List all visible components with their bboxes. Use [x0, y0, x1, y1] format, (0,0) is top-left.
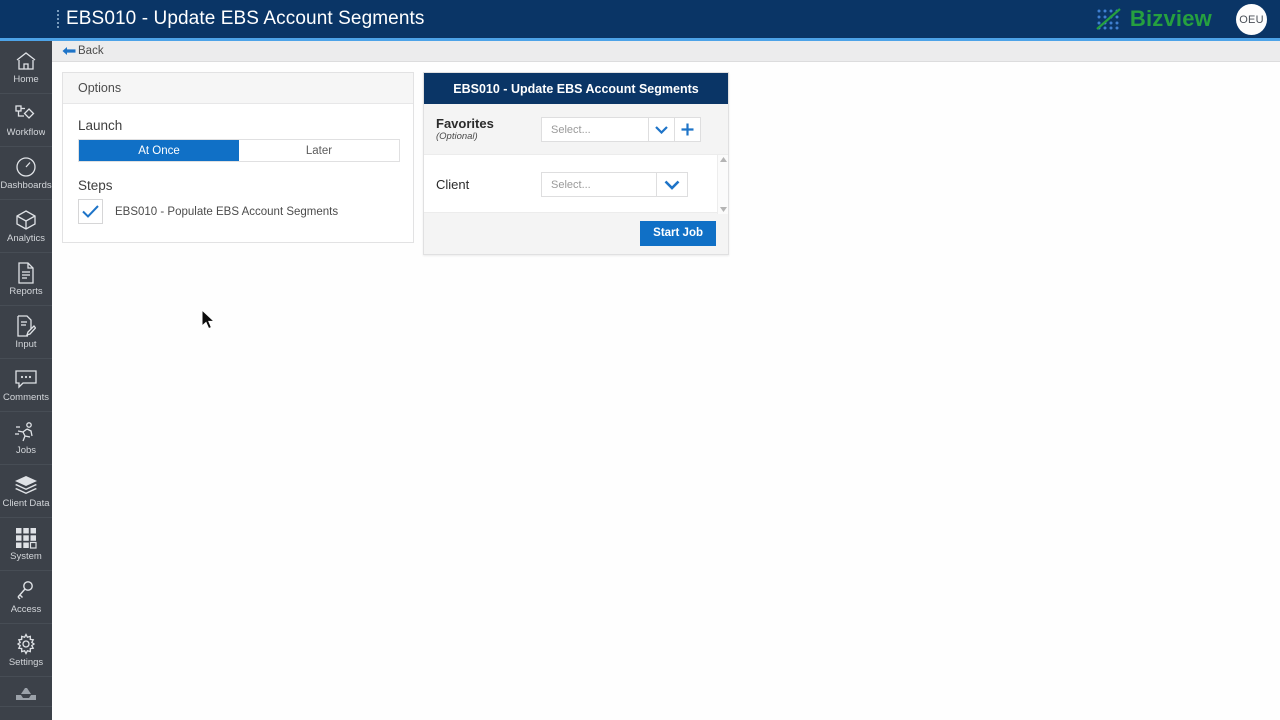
layers-icon — [14, 474, 38, 496]
sidebar-item-label: Dashboards — [0, 179, 52, 191]
main-content-area: Options Launch At Once Later Steps EBS01… — [52, 62, 1280, 720]
sidebar-item-input[interactable]: Input — [0, 306, 52, 359]
client-select-input[interactable]: Select... — [541, 172, 657, 197]
client-label: Client — [436, 177, 470, 192]
sidebar-item-label: Client Data — [2, 497, 50, 509]
sidebar-item-dashboards[interactable]: Dashboards — [0, 147, 52, 200]
grid-icon — [15, 527, 37, 549]
back-button[interactable]: Back — [62, 45, 104, 57]
gauge-icon — [15, 156, 37, 178]
client-row: Client Select... — [424, 155, 728, 214]
sidebar-item-label: Access — [10, 603, 42, 615]
speech-bubble-icon — [14, 368, 38, 390]
scroll-down-arrow-icon[interactable] — [719, 207, 727, 212]
sidebar-item-label: Jobs — [15, 444, 37, 456]
avatar[interactable]: OEU — [1236, 4, 1267, 35]
vertical-scrollbar[interactable] — [717, 155, 728, 214]
favorites-optional-label: (Optional) — [436, 131, 478, 142]
options-panel-header: Options — [63, 73, 413, 104]
launch-label: Launch — [78, 118, 123, 133]
runner-icon — [14, 421, 38, 443]
client-control-group: Select... — [541, 172, 688, 197]
client-placeholder: Select... — [551, 178, 591, 191]
options-panel-title: Options — [78, 81, 122, 95]
favorites-select-input[interactable]: Select... — [541, 117, 649, 142]
gear-icon — [15, 632, 37, 655]
scroll-up-arrow-icon[interactable] — [719, 157, 727, 162]
options-panel: Options Launch At Once Later Steps EBS01… — [62, 72, 414, 243]
job-dialog-title: EBS010 - Update EBS Account Segments — [453, 81, 699, 96]
steps-label: Steps — [78, 178, 113, 193]
application-window: EBS010 - Update EBS Account Segments Biz… — [0, 0, 1280, 720]
sidebar-item-jobs[interactable]: Jobs — [0, 412, 52, 465]
favorites-row: Favorites (Optional) Select... — [424, 104, 728, 154]
launch-toggle-group: At Once Later — [78, 139, 400, 162]
sidebar-item-client-data[interactable]: Client Data — [0, 465, 52, 518]
favorites-label: Favorites — [436, 116, 494, 131]
bizview-dots-logo-icon — [1096, 8, 1121, 30]
home-icon — [15, 50, 37, 72]
back-label: Back — [78, 45, 104, 57]
sidebar-item-settings[interactable]: Settings — [0, 624, 52, 677]
job-dialog-header: EBS010 - Update EBS Account Segments — [424, 73, 728, 104]
chevron-down-icon — [655, 125, 668, 134]
sidebar-item-workflow[interactable]: Workflow — [0, 94, 52, 147]
sidebar-item-inbox[interactable] — [0, 677, 52, 707]
left-sidebar: Home Workflow Dashboards Analytics Repor… — [0, 41, 52, 720]
sidebar-item-label: Workflow — [6, 126, 46, 138]
favorites-add-button[interactable] — [675, 117, 701, 142]
chevron-down-icon — [664, 180, 680, 190]
client-dropdown-button[interactable] — [657, 172, 688, 197]
sidebar-item-label: Reports — [9, 285, 43, 297]
sidebar-item-label: System — [10, 550, 42, 562]
job-dialog-footer: Start Job — [424, 213, 728, 254]
brand-logo: Bizview — [1096, 0, 1212, 38]
sidebar-item-label: Comments — [3, 391, 49, 403]
favorites-control-group: Select... — [541, 117, 701, 142]
favorites-dropdown-button[interactable] — [649, 117, 675, 142]
sidebar-item-system[interactable]: System — [0, 518, 52, 571]
inbox-tray-icon — [14, 683, 38, 704]
workflow-icon — [14, 103, 38, 125]
step-checkbox[interactable] — [78, 199, 103, 224]
favorites-placeholder: Select... — [551, 123, 591, 136]
pencil-document-icon — [16, 314, 36, 337]
vertical-dots-icon[interactable] — [52, 10, 64, 28]
cube-icon — [15, 209, 37, 231]
options-panel-body: Launch At Once Later Steps EBS010 - Popu… — [63, 104, 413, 242]
mouse-pointer-icon — [201, 309, 216, 330]
launch-option-later[interactable]: Later — [239, 140, 399, 161]
step-list-item: EBS010 - Populate EBS Account Segments — [78, 199, 398, 224]
sidebar-item-label: Analytics — [6, 232, 45, 244]
launch-option-at-once[interactable]: At Once — [79, 140, 239, 161]
top-header-bar: EBS010 - Update EBS Account Segments Biz… — [0, 0, 1280, 41]
start-job-button[interactable]: Start Job — [640, 221, 716, 246]
page-title: EBS010 - Update EBS Account Segments — [66, 8, 425, 29]
sidebar-item-analytics[interactable]: Analytics — [0, 200, 52, 253]
job-dialog: EBS010 - Update EBS Account Segments Fav… — [423, 72, 729, 255]
sidebar-item-label: Home — [13, 73, 39, 85]
sidebar-item-access[interactable]: Access — [0, 571, 52, 624]
checkmark-icon — [82, 205, 99, 218]
job-fields-scroll-area: Client Select... — [424, 154, 728, 214]
sidebar-item-home[interactable]: Home — [0, 41, 52, 94]
sidebar-item-label: Settings — [8, 656, 44, 668]
plus-icon — [681, 123, 694, 136]
key-icon — [15, 580, 37, 602]
step-label: EBS010 - Populate EBS Account Segments — [115, 205, 339, 218]
favorites-label-block: Favorites (Optional) — [436, 116, 541, 143]
document-icon — [17, 261, 35, 284]
sidebar-item-reports[interactable]: Reports — [0, 253, 52, 306]
sidebar-item-label: Input — [15, 338, 37, 350]
sidebar-item-comments[interactable]: Comments — [0, 359, 52, 412]
back-arrow-icon — [62, 47, 76, 55]
brand-name: Bizview — [1129, 6, 1212, 31]
breadcrumb-bar: Back — [52, 41, 1280, 62]
